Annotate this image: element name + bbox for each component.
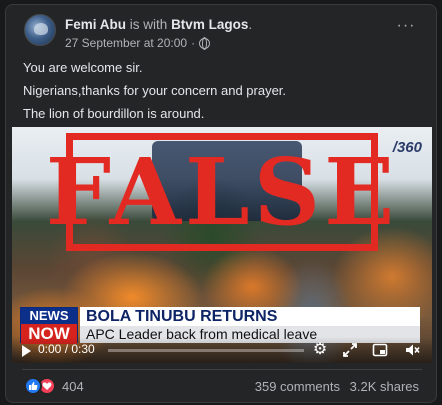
logo-news-text: NEWS [21, 308, 77, 324]
post-card: Femi Abu is with Btvm Lagos. 27 Septembe… [5, 4, 437, 403]
author-line: Femi Abu is with Btvm Lagos. [65, 17, 252, 32]
gear-icon[interactable]: ⚙ [312, 342, 328, 358]
globe-icon [199, 37, 211, 50]
play-icon[interactable] [22, 345, 31, 357]
shares-count[interactable]: 3.2K shares [350, 379, 419, 394]
video-player[interactable]: /360 FALSE NEWS NOW BOLA TINUBU RETURNS … [12, 127, 432, 363]
author-name[interactable]: Femi Abu [65, 17, 126, 32]
post-line: Nigerians,thanks for your concern and pr… [23, 83, 287, 98]
news-headline: BOLA TINUBU RETURNS [80, 307, 420, 326]
tagged-page[interactable]: Btvm Lagos [171, 17, 248, 32]
meta-separator: · [191, 36, 196, 50]
post-header: Femi Abu is with Btvm Lagos. 27 Septembe… [6, 5, 436, 53]
video-time: 0:00 / 0:30 [38, 342, 95, 356]
video-controls: 0:00 / 0:30 ⚙ [12, 337, 432, 363]
post-meta: 27 September at 20:00 · [65, 36, 211, 50]
expand-icon[interactable] [342, 342, 358, 358]
reactions-summary[interactable]: 404 [24, 377, 84, 395]
avatar[interactable] [24, 14, 56, 46]
false-stamp: FALSE [46, 133, 394, 251]
with-text: is with [129, 17, 168, 32]
pip-icon[interactable] [372, 342, 388, 358]
engagement-stats: 359 comments 3.2K shares [255, 379, 419, 394]
tagged-suffix: . [248, 17, 253, 32]
post-timestamp[interactable]: 27 September at 20:00 [65, 36, 187, 50]
post-line: The lion of bourdillon is around. [23, 106, 205, 121]
reaction-count[interactable]: 404 [62, 379, 84, 394]
footer-divider [22, 369, 422, 370]
false-stamp-text: FALSE [45, 138, 399, 246]
post-line: You are welcome sir. [23, 60, 143, 75]
progress-bar[interactable] [108, 349, 304, 352]
more-options-button[interactable]: ··· [394, 18, 418, 39]
comments-count[interactable]: 359 comments [255, 379, 340, 394]
mute-icon[interactable] [404, 342, 420, 358]
like-icon [24, 377, 42, 395]
post-text: You are welcome sir. Nigerians,thanks fo… [23, 59, 286, 128]
